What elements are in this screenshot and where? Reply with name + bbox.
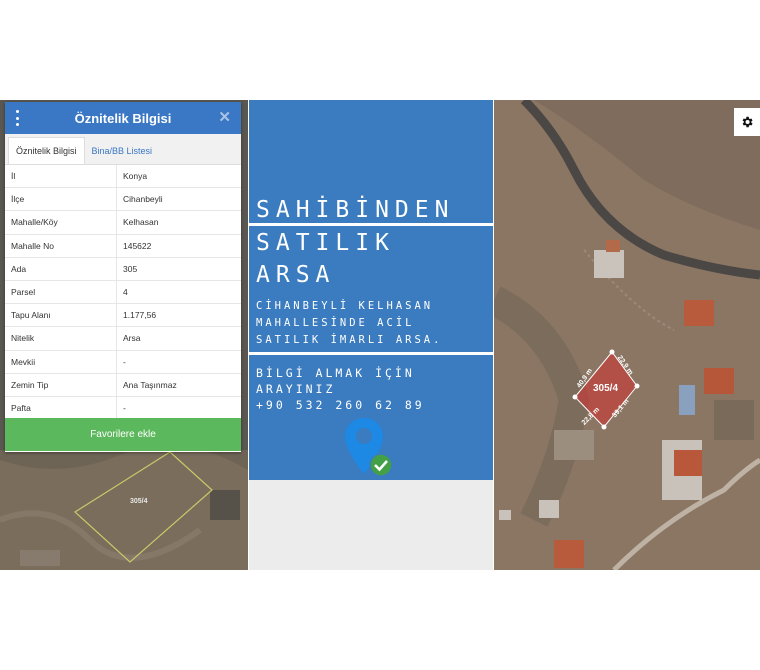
- table-row: Pafta -: [5, 396, 241, 421]
- close-icon[interactable]: ✕: [218, 108, 231, 126]
- attribute-key: Pafta: [5, 396, 117, 421]
- table-row: Ada 305: [5, 257, 241, 281]
- attribute-value: Ana Taşınmaz: [116, 373, 241, 397]
- attribute-key: Mahalle No: [5, 234, 117, 258]
- ad-title-line-1: SAHİBİNDEN: [256, 197, 455, 223]
- ad-rule-top: [249, 223, 493, 226]
- ad-description-line-1: CİHANBEYLİ KELHASAN: [256, 300, 434, 312]
- settings-button[interactable]: [734, 108, 760, 136]
- attribute-value: 4: [116, 280, 241, 305]
- location-pin-check-icon: [345, 418, 393, 477]
- table-row: İlçe Cihanbeyli: [5, 187, 241, 212]
- ad-contact-line-1: BİLGİ ALMAK İÇİN: [256, 366, 415, 380]
- attribute-key: Parsel: [5, 280, 117, 305]
- attribute-tabs: Öznitelik Bilgisi Bina/BB Listesi: [5, 134, 241, 165]
- attribute-key: Tapu Alanı: [5, 303, 117, 328]
- table-row: İl Konya: [5, 165, 241, 189]
- attribute-key: İl: [5, 165, 117, 189]
- gear-icon: [742, 116, 753, 128]
- attribute-title: Öznitelik Bilgisi: [74, 110, 172, 126]
- attribute-key: İlçe: [5, 187, 117, 212]
- ad-title-line-3: ARSA: [256, 262, 336, 288]
- table-row: Nitelik Arsa: [5, 326, 241, 351]
- ad-description-line-3: SATILIK İMARLI ARSA.: [256, 334, 443, 346]
- table-row: Parsel 4: [5, 280, 241, 305]
- attribute-value: 145622: [116, 234, 241, 258]
- attribute-table: İl Konya İlçe Cihanbeyli Mahalle/Köy Kelhasan…: [5, 165, 241, 421]
- table-row: Mahalle/Köy Kelhasan: [5, 210, 241, 235]
- ad-rule-bottom: [249, 352, 493, 355]
- right-satellite-map[interactable]: [494, 100, 760, 570]
- ad-panel: SAHİBİNDEN SATILIK ARSA CİHANBEYLİ KELHA…: [249, 100, 493, 570]
- tab-attribute-info[interactable]: Öznitelik Bilgisi: [8, 137, 85, 164]
- table-row: Tapu Alanı 1.177,56: [5, 303, 241, 328]
- attribute-value: Kelhasan: [116, 210, 241, 235]
- ad-title-line-2: SATILIK: [256, 230, 395, 256]
- attribute-value: 305: [116, 257, 241, 281]
- table-row: Mahalle No 145622: [5, 234, 241, 258]
- attribute-value: -: [116, 350, 241, 374]
- ad-phone: +90 532 260 62 89: [256, 398, 425, 412]
- left-map-panel: 305/4 Öznitelik Bilgisi ✕ Öznitelik Bilg…: [0, 100, 248, 570]
- ad-description-line-2: MAHALLESİNDE ACİL: [256, 317, 415, 329]
- attribute-value: -: [116, 396, 241, 421]
- table-row: Mevkii -: [5, 350, 241, 374]
- ad-contact-line-2: ARAYINIZ: [256, 382, 336, 396]
- attribute-key: Mahalle/Köy: [5, 210, 117, 235]
- table-row: Zemin Tip Ana Taşınmaz: [5, 373, 241, 397]
- attribute-value: Cihanbeyli: [116, 187, 241, 212]
- attribute-value: Arsa: [116, 326, 241, 351]
- attribute-key: Mevkii: [5, 350, 117, 374]
- left-parcel-label: 305/4: [130, 498, 148, 505]
- attribute-key: Ada: [5, 257, 117, 281]
- attribute-key: Nitelik: [5, 326, 117, 351]
- right-map-panel: 305/4 22,9 m 40,9 m 22,8 m 39,1 m: [494, 100, 760, 570]
- add-to-favorites-button[interactable]: Favorilere ekle: [5, 418, 241, 451]
- more-vert-icon[interactable]: [16, 110, 20, 126]
- attribute-header: Öznitelik Bilgisi ✕: [5, 102, 241, 134]
- tab-building-list[interactable]: Bina/BB Listesi: [85, 138, 160, 164]
- attribute-info-card: Öznitelik Bilgisi ✕ Öznitelik Bilgisi Bi…: [5, 102, 241, 452]
- attribute-value: Konya: [116, 165, 241, 189]
- attribute-key: Zemin Tip: [5, 373, 117, 397]
- attribute-value: 1.177,56: [116, 303, 241, 328]
- parcel-label: 305/4: [593, 383, 619, 394]
